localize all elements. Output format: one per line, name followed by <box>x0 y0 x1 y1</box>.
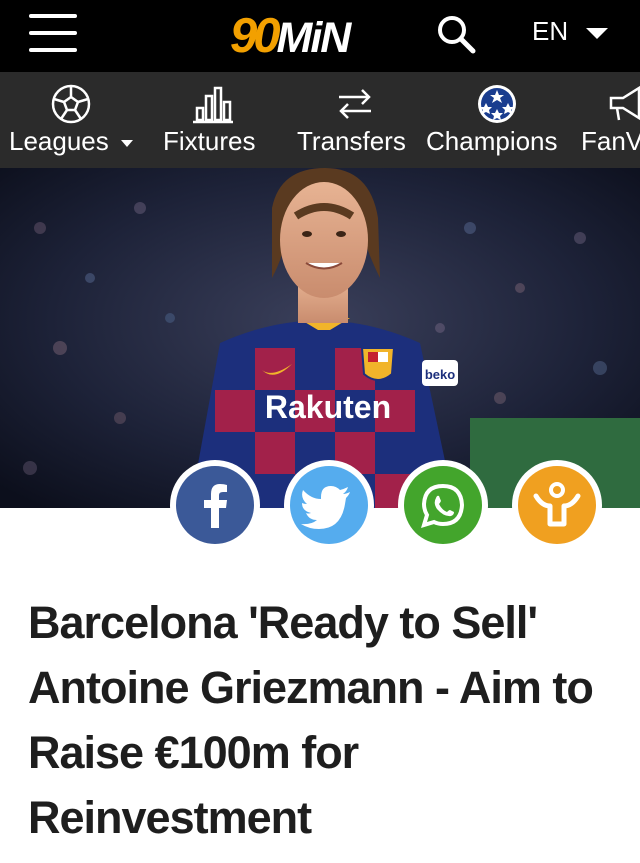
nav-label-leagues: Leagues <box>9 126 109 156</box>
nav-item-leagues[interactable]: Leagues <box>9 72 149 168</box>
whatsapp-icon <box>421 483 465 528</box>
share-user-action-button[interactable] <box>512 460 602 550</box>
champions-league-ball-icon <box>478 85 516 123</box>
share-facebook-button[interactable] <box>170 460 260 550</box>
soccer-ball-icon <box>51 84 91 124</box>
logo[interactable]: 90MiN <box>230 8 352 63</box>
bar-chart-icon <box>193 86 233 124</box>
share-twitter-button[interactable] <box>284 460 374 550</box>
nav-label-transfers: Transfers <box>297 126 406 156</box>
nav-label-champions: Champions <box>426 126 558 156</box>
search-icon[interactable] <box>436 14 476 54</box>
player-photo: beko Rakuten <box>0 168 640 508</box>
megaphone-icon <box>609 85 640 121</box>
nav-label-fixtures: Fixtures <box>163 126 256 156</box>
article-headline: Barcelona 'Ready to Sell' Antoine Griezm… <box>28 597 594 843</box>
nav-label-fanview: FanView <box>581 126 640 156</box>
logo-word: MiN <box>276 14 352 62</box>
language-selector[interactable]: EN <box>532 16 568 47</box>
top-bar: 90MiN EN <box>0 0 640 72</box>
nav-item-transfers[interactable]: Transfers <box>297 72 413 168</box>
nav-item-fanview[interactable]: FanView <box>581 72 640 168</box>
shirt-sponsor-text: Rakuten <box>265 389 391 425</box>
sleeve-sponsor-text: beko <box>425 367 455 382</box>
category-nav: Leagues Fixtures Transfers Champions Fan… <box>0 72 640 168</box>
nav-item-champions[interactable]: Champions <box>426 72 568 168</box>
facebook-icon <box>204 484 227 528</box>
share-bar <box>0 460 640 552</box>
cheering-person-icon <box>533 482 581 527</box>
dropdown-caret-icon <box>121 140 133 147</box>
logo-number: 90 <box>230 9 280 63</box>
menu-icon[interactable] <box>29 14 77 52</box>
share-whatsapp-button[interactable] <box>398 460 488 550</box>
transfer-arrows-icon <box>339 89 371 119</box>
nav-item-fixtures[interactable]: Fixtures <box>163 72 263 168</box>
hero-image[interactable]: beko Rakuten <box>0 168 640 508</box>
twitter-icon <box>301 486 350 529</box>
chevron-down-icon[interactable] <box>586 28 608 39</box>
